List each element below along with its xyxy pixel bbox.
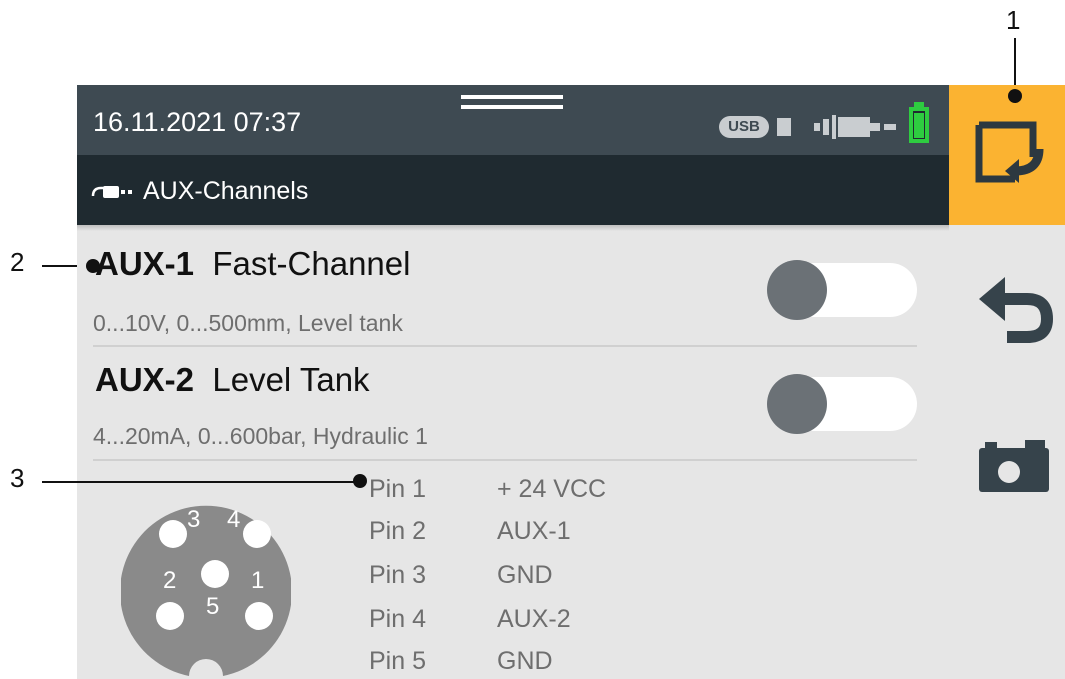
pin-signal: GND xyxy=(497,561,553,589)
device-screen: 16.11.2021 07:37 USB AUX-Channels AUX-1 … xyxy=(77,85,1065,679)
channel-1-id: AUX-1 xyxy=(95,245,195,282)
channel-1-name: Fast-Channel xyxy=(212,245,411,282)
pin-number-4: 4 xyxy=(227,506,241,533)
usb-plug-icon xyxy=(777,118,791,136)
pin-label: Pin 3 xyxy=(369,561,426,589)
channel-1-toggle[interactable] xyxy=(767,260,917,320)
status-bar: 16.11.2021 07:37 USB xyxy=(77,85,949,155)
pin-signal: + 24 VCC xyxy=(497,475,607,503)
channel-1-desc: 0...10V, 0...500mm, Level tank xyxy=(93,310,403,336)
pin-signal: AUX-1 xyxy=(497,517,571,545)
pin-label: Pin 5 xyxy=(369,647,426,675)
callout-3: 3 xyxy=(10,463,25,493)
callout-1-dot xyxy=(1008,89,1022,103)
title-shadow xyxy=(77,225,949,231)
channel-1-title[interactable]: AUX-1 Fast-Channel xyxy=(95,245,410,283)
export-button[interactable] xyxy=(949,85,1065,225)
channel-2-toggle[interactable] xyxy=(767,374,917,434)
callout-3-line xyxy=(42,481,358,483)
pin-label: Pin 4 xyxy=(369,605,426,633)
pin-signal: GND xyxy=(497,647,553,675)
channel-2-desc: 4...20mA, 0...600bar, Hydraulic 1 xyxy=(93,423,428,449)
channel-2-title[interactable]: AUX-2 Level Tank xyxy=(95,361,370,399)
drag-handle-2[interactable] xyxy=(461,105,563,109)
toggle-knob xyxy=(767,374,827,434)
divider xyxy=(93,459,917,461)
export-icon xyxy=(975,121,1044,183)
callout-2: 2 xyxy=(10,247,25,277)
usb-icon: USB xyxy=(719,116,769,138)
pin-label: Pin 2 xyxy=(369,517,426,545)
sensor-connected-icon xyxy=(814,115,896,139)
connector-pinout-diagram xyxy=(121,505,291,676)
pin-number-2: 2 xyxy=(163,567,177,594)
pin-number-5: 5 xyxy=(206,593,220,620)
callout-2-dot xyxy=(86,259,100,273)
battery-icon xyxy=(909,102,929,143)
toggle-knob xyxy=(767,260,827,320)
channel-2-id: AUX-2 xyxy=(95,361,195,398)
back-arrow-icon[interactable] xyxy=(977,275,1055,347)
pin-number-3: 3 xyxy=(187,506,201,533)
drag-handle[interactable] xyxy=(461,95,563,99)
pin-label: Pin 1 xyxy=(369,475,426,503)
channel-2-name: Level Tank xyxy=(212,361,370,398)
page-title: AUX-Channels xyxy=(143,177,309,205)
datetime: 16.11.2021 07:37 xyxy=(93,107,302,137)
sensor-cable-icon xyxy=(91,186,132,198)
pin-signal: AUX-2 xyxy=(497,605,571,633)
pin-number-1: 1 xyxy=(251,567,265,594)
camera-icon[interactable] xyxy=(979,440,1049,492)
callout-1: 1 xyxy=(1006,5,1021,35)
divider xyxy=(93,345,917,347)
